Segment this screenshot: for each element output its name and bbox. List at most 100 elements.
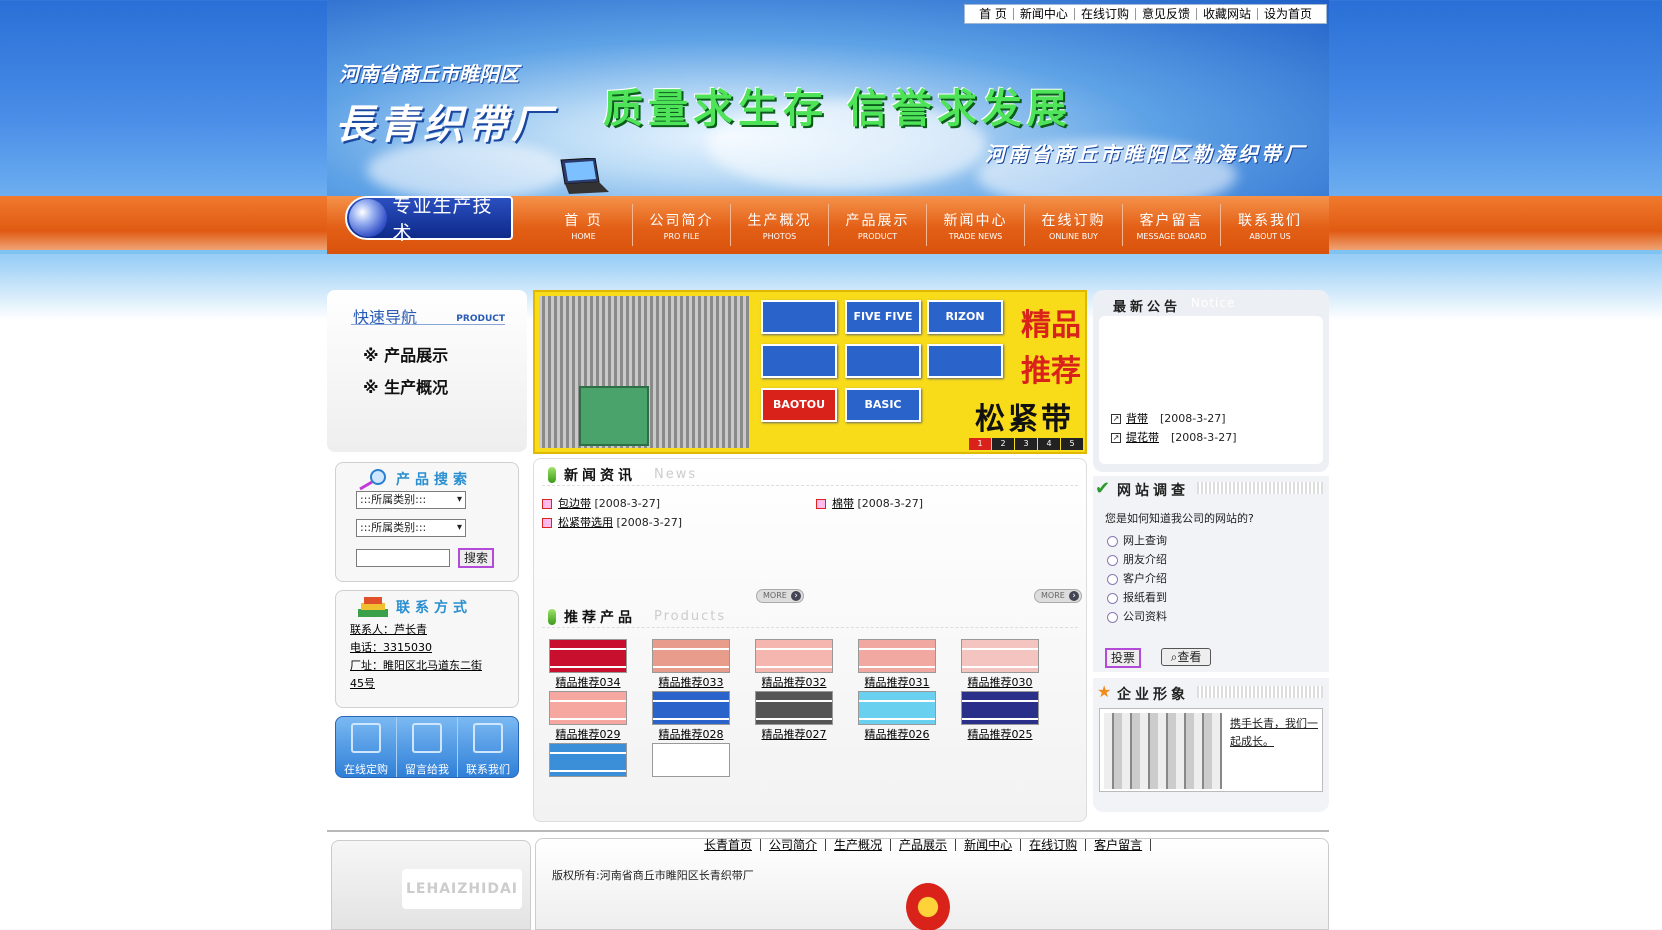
company-image-caption[interactable]: 携手长青，我们一起成长。 xyxy=(1230,715,1326,751)
menu-about[interactable]: 联系我们 ABOUT US xyxy=(1221,204,1319,246)
news-more-button[interactable]: MORE xyxy=(756,589,804,603)
featured-banner[interactable]: FIVE FIVE RIZON HORIZ BAOTOU BASIC 精品 推荐… xyxy=(533,290,1087,454)
notice-link[interactable]: 提花带 xyxy=(1126,431,1159,444)
menu-product-en: PRODUCT xyxy=(857,232,898,241)
view-results-button[interactable]: ⌕查看 xyxy=(1161,648,1211,666)
search-button[interactable]: 搜索 xyxy=(458,548,494,568)
survey-option[interactable]: 网上查询 xyxy=(1107,532,1167,548)
pager-4[interactable]: 4 xyxy=(1038,438,1060,450)
quick-nav-item-product[interactable]: ※ 产品展示 xyxy=(363,342,448,366)
survey-option[interactable]: 公司资料 xyxy=(1107,608,1167,624)
footer-link[interactable]: 公司简介 xyxy=(761,839,827,851)
product-thumbnail[interactable] xyxy=(652,639,730,673)
search-input[interactable] xyxy=(356,549,450,567)
product-label[interactable]: 精品推荐027 xyxy=(754,726,834,742)
product-thumbnail[interactable] xyxy=(652,743,730,777)
product-item[interactable]: 精品推荐027 xyxy=(754,691,834,742)
notice-link[interactable]: 背带 xyxy=(1126,412,1148,425)
header-banner: 首 页 新闻中心 在线订购 意见反馈 收藏网站 设为首页 河南省商丘市睢阳区 長… xyxy=(327,0,1329,196)
menu-profile[interactable]: 公司简介 PRO FILE xyxy=(633,204,731,246)
product-item[interactable]: 精品推荐026 xyxy=(857,691,937,742)
top-link-home[interactable]: 首 页 xyxy=(973,8,1014,20)
top-link-bookmark[interactable]: 收藏网站 xyxy=(1197,8,1258,20)
quick-nav-en: PRODUCT xyxy=(456,314,505,324)
radio-icon[interactable] xyxy=(1107,611,1118,623)
menu-order[interactable]: 在线订购 ONLINE BUY xyxy=(1025,204,1123,246)
product-item[interactable]: 精品推荐031 xyxy=(857,639,937,690)
product-thumbnail[interactable] xyxy=(755,691,833,725)
product-thumbnail[interactable] xyxy=(961,691,1039,725)
product-label[interactable]: 精品推荐033 xyxy=(651,674,731,690)
leave-message-button[interactable]: 留言给我 xyxy=(397,717,458,777)
product-label[interactable]: 精品推荐030 xyxy=(960,674,1040,690)
news-link[interactable]: 包边带 xyxy=(558,497,591,510)
star-icon: ★ xyxy=(1097,682,1112,701)
product-thumbnail[interactable] xyxy=(549,691,627,725)
menu: 首 页 HOME 公司简介 PRO FILE 生产概况 PHOTOS 产品展示 PROD… xyxy=(535,204,1319,246)
menu-news[interactable]: 新闻中心 TRADE NEWS xyxy=(927,204,1025,246)
product-label[interactable]: 精品推荐034 xyxy=(548,674,628,690)
product-item[interactable]: 精品推荐028 xyxy=(651,691,731,742)
banner-swatch xyxy=(845,344,921,378)
vote-button[interactable]: 投票 xyxy=(1105,648,1141,668)
news-link[interactable]: 松紧带选用 xyxy=(558,516,613,529)
category-select-1[interactable]: :::所属类别::: xyxy=(356,491,466,509)
product-thumbnail[interactable] xyxy=(652,691,730,725)
product-thumbnail[interactable] xyxy=(549,639,627,673)
pager-3[interactable]: 3 xyxy=(1015,438,1037,450)
radio-icon[interactable] xyxy=(1107,573,1118,585)
quick-nav-item-production[interactable]: ※ 生产概况 xyxy=(363,374,448,398)
footer-link[interactable]: 在线订购 xyxy=(1021,839,1087,851)
product-label[interactable]: 精品推荐025 xyxy=(960,726,1040,742)
product-label[interactable]: 精品推荐032 xyxy=(754,674,834,690)
top-link-news[interactable]: 新闻中心 xyxy=(1014,8,1075,20)
radio-icon[interactable] xyxy=(1107,535,1118,547)
product-item[interactable]: 精品推荐025 xyxy=(960,691,1040,742)
footer-link[interactable]: 新闻中心 xyxy=(956,839,1022,851)
product-item[interactable] xyxy=(548,743,628,778)
menu-photos[interactable]: 生产概况 PHOTOS xyxy=(731,204,829,246)
footer-link[interactable]: 客户留言 xyxy=(1086,839,1152,851)
product-label[interactable]: 精品推荐029 xyxy=(548,726,628,742)
pager-2[interactable]: 2 xyxy=(992,438,1014,450)
menu-home[interactable]: 首 页 HOME xyxy=(535,204,633,246)
category-select-2[interactable]: :::所属类别::: xyxy=(356,519,466,537)
product-thumbnail[interactable] xyxy=(755,639,833,673)
products-more-button[interactable]: MORE xyxy=(1034,589,1082,603)
survey-option[interactable]: 朋友介绍 xyxy=(1107,551,1167,567)
top-link-set-home[interactable]: 设为首页 xyxy=(1258,8,1318,20)
product-thumbnail[interactable] xyxy=(961,639,1039,673)
product-item[interactable]: 精品推荐030 xyxy=(960,639,1040,690)
product-item[interactable] xyxy=(651,743,731,778)
menu-message[interactable]: 客户留言 MESSAGE BOARD xyxy=(1123,204,1221,246)
survey-option[interactable]: 报纸看到 xyxy=(1107,589,1167,605)
top-link-feedback[interactable]: 意见反馈 xyxy=(1136,8,1197,20)
bullet-icon xyxy=(542,499,552,509)
top-link-order[interactable]: 在线订购 xyxy=(1075,8,1136,20)
footer-link[interactable]: 长青首页 xyxy=(696,839,762,851)
contact-us-button[interactable]: 联系我们 xyxy=(458,717,518,777)
product-item[interactable]: 精品推荐033 xyxy=(651,639,731,690)
news-date: [2008-3-27] xyxy=(616,516,683,529)
news-link[interactable]: 棉带 xyxy=(832,497,854,510)
pager-5[interactable]: 5 xyxy=(1061,438,1083,450)
product-thumbnail[interactable] xyxy=(549,743,627,777)
footer-link[interactable]: 产品展示 xyxy=(891,839,957,851)
product-thumbnail[interactable] xyxy=(858,639,936,673)
menu-order-en: ONLINE BUY xyxy=(1049,232,1098,241)
product-label[interactable]: 精品推荐028 xyxy=(651,726,731,742)
pager-1[interactable]: 1 xyxy=(969,438,991,450)
product-label[interactable]: 精品推荐031 xyxy=(857,674,937,690)
radio-icon[interactable] xyxy=(1107,592,1118,604)
product-item[interactable]: 精品推荐034 xyxy=(548,639,628,690)
footer-link[interactable]: 生产概况 xyxy=(826,839,892,851)
menu-product[interactable]: 产品展示 PRODUCT xyxy=(829,204,927,246)
product-item[interactable]: 精品推荐029 xyxy=(548,691,628,742)
product-item[interactable]: 精品推荐032 xyxy=(754,639,834,690)
survey-option[interactable]: 客户介绍 xyxy=(1107,570,1167,586)
radio-icon[interactable] xyxy=(1107,554,1118,566)
product-label[interactable]: 精品推荐026 xyxy=(857,726,937,742)
product-thumbnail[interactable] xyxy=(858,691,936,725)
online-order-button[interactable]: 在线定购 xyxy=(336,717,397,777)
company-photo[interactable] xyxy=(1104,713,1222,789)
